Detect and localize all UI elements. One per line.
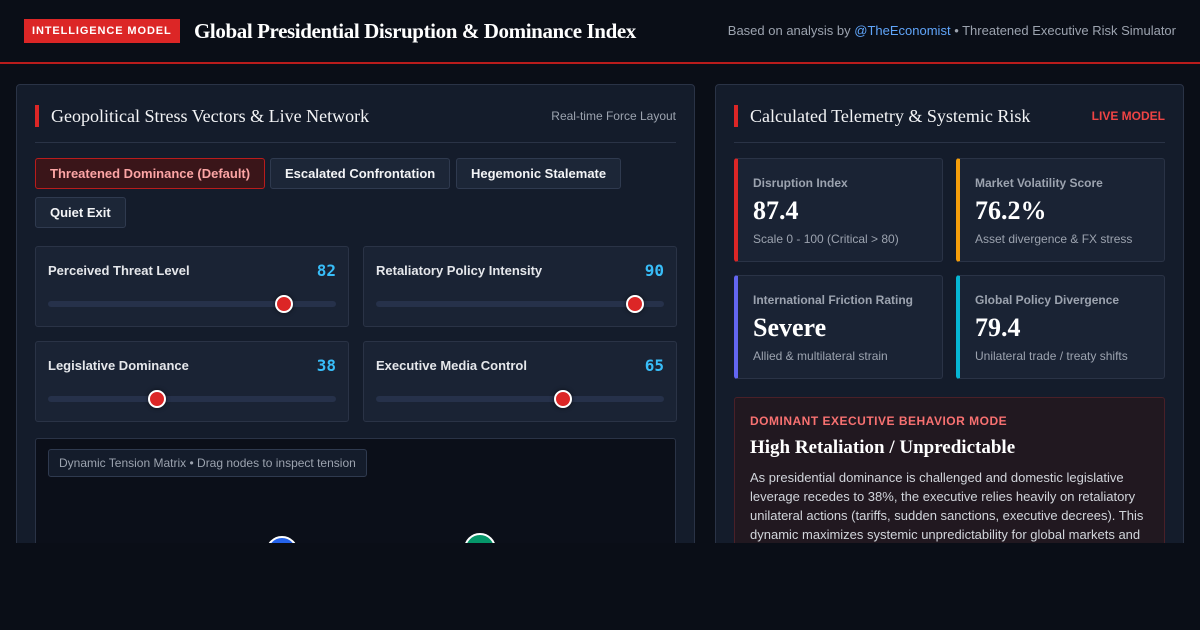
slider-card-retaliation: Retaliatory Policy Intensity 90: [363, 246, 677, 327]
layout-mode-label: Real-time Force Layout: [551, 109, 676, 123]
metric-label: International Friction Rating: [753, 293, 914, 307]
metric-card-divergence: Global Policy Divergence 79.4 Unilateral…: [956, 275, 1165, 379]
page-title: Global Presidential Disruption & Dominan…: [194, 19, 636, 43]
slider-thumb[interactable]: [148, 390, 167, 408]
metric-card-volatility: Market Volatility Score 76.2% Asset dive…: [956, 158, 1165, 262]
panel-title: Geopolitical Stress Vectors & Live Netwo…: [35, 105, 369, 127]
metric-value: 76.2%: [975, 196, 1047, 225]
metric-subtext: Allied & multilateral strain: [753, 349, 888, 363]
metric-subtext: Scale 0 - 100 (Critical > 80): [753, 232, 899, 246]
metric-subtext: Unilateral trade / treaty shifts: [975, 349, 1128, 363]
metric-card-disruption: Disruption Index 87.4 Scale 0 - 100 (Cri…: [734, 158, 943, 262]
slider-value: 82: [316, 261, 336, 280]
slider-card-media: Executive Media Control 65: [363, 341, 677, 422]
slider-thumb[interactable]: [626, 295, 645, 313]
metric-card-friction: International Friction Rating Severe All…: [734, 275, 943, 379]
top-header: INTELLIGENCE MODEL Global Presidential D…: [0, 0, 1200, 64]
slider-label: Perceived Threat Level: [48, 263, 190, 278]
slider-label: Legislative Dominance: [48, 358, 189, 373]
metric-value: 79.4: [975, 313, 1021, 342]
network-node-blue[interactable]: [266, 536, 298, 543]
model-badge: INTELLIGENCE MODEL: [24, 19, 180, 43]
tension-matrix[interactable]: Dynamic Tension Matrix • Drag nodes to i…: [35, 438, 676, 543]
mode-description: As presidential dominance is challenged …: [750, 470, 1144, 542]
behavior-mode-box: DOMINANT EXECUTIVE BEHAVIOR MODE High Re…: [734, 397, 1165, 543]
metric-value: Severe: [753, 313, 827, 342]
slider-value: 38: [316, 356, 336, 375]
scenario-quiet-exit[interactable]: Quiet Exit: [35, 197, 126, 228]
telemetry-panel: Calculated Telemetry & Systemic Risk LIV…: [715, 84, 1184, 543]
main-content: Geopolitical Stress Vectors & Live Netwo…: [0, 64, 1200, 543]
scenario-threatened-dominance[interactable]: Threatened Dominance (Default): [35, 158, 266, 189]
metric-label: Disruption Index: [753, 176, 848, 190]
legislative-dominance-slider[interactable]: [48, 390, 336, 408]
network-node-green[interactable]: [464, 533, 496, 543]
retaliatory-policy-slider[interactable]: [376, 295, 664, 313]
metric-label: Market Volatility Score: [975, 176, 1103, 190]
metric-label: Global Policy Divergence: [975, 293, 1120, 307]
metric-subtext: Asset divergence & FX stress: [975, 232, 1133, 246]
attribution: Based on analysis by @TheEconomist • Thr…: [728, 22, 1176, 40]
live-model-badge: LIVE MODEL: [1091, 109, 1165, 123]
panel-header: Geopolitical Stress Vectors & Live Netwo…: [35, 105, 676, 143]
slider-value: 65: [644, 356, 664, 375]
attribution-suffix: • Threatened Executive Risk Simulator: [954, 23, 1176, 38]
panel-header: Calculated Telemetry & Systemic Risk LIV…: [734, 105, 1165, 143]
metric-value: 87.4: [753, 196, 799, 225]
mode-label: DOMINANT EXECUTIVE BEHAVIOR MODE: [750, 414, 1008, 428]
scenario-hegemonic-stalemate[interactable]: Hegemonic Stalemate: [456, 158, 622, 189]
slider-label: Executive Media Control: [376, 358, 527, 373]
slider-label: Retaliatory Policy Intensity: [376, 263, 543, 278]
slider-value: 90: [644, 261, 664, 280]
mode-title: High Retaliation / Unpredictable: [750, 437, 1016, 458]
slider-thumb[interactable]: [275, 295, 294, 313]
slider-card-legislative: Legislative Dominance 38: [35, 341, 349, 422]
scenario-escalated-confrontation[interactable]: Escalated Confrontation: [270, 158, 451, 189]
slider-card-threat: Perceived Threat Level 82: [35, 246, 349, 327]
stress-vectors-panel: Geopolitical Stress Vectors & Live Netwo…: [16, 84, 695, 543]
threat-level-slider[interactable]: [48, 295, 336, 313]
matrix-caption: Dynamic Tension Matrix • Drag nodes to i…: [48, 449, 367, 477]
economist-link[interactable]: @TheEconomist: [854, 23, 950, 38]
attribution-prefix: Based on analysis by: [727, 23, 851, 38]
media-control-slider[interactable]: [376, 390, 664, 408]
slider-thumb[interactable]: [554, 390, 573, 408]
panel-title: Calculated Telemetry & Systemic Risk: [734, 105, 1030, 127]
